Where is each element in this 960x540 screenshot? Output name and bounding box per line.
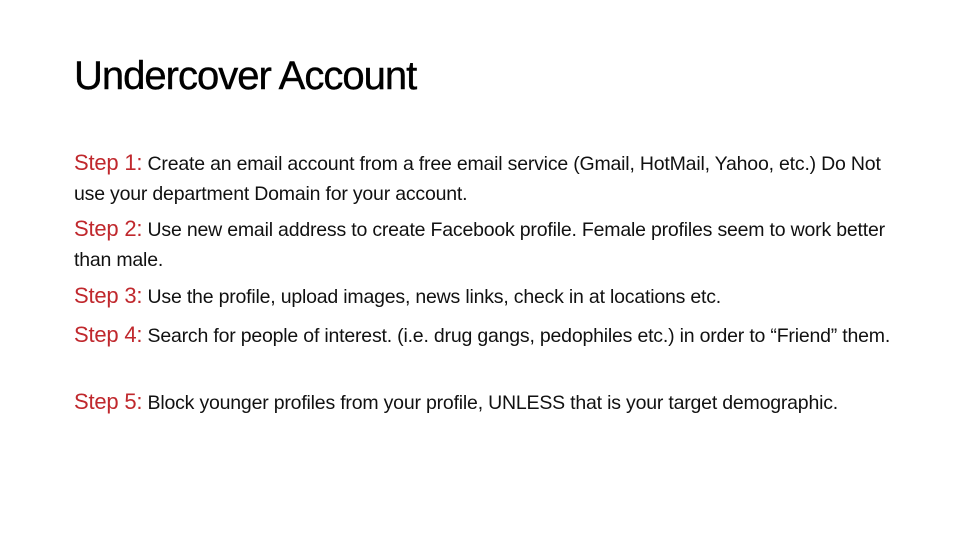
step-1-label: Step 1: (74, 150, 143, 175)
step-5-label: Step 5: (74, 389, 143, 414)
step-5: Step 5: Block younger profiles from your… (74, 387, 904, 418)
step-4-text: Search for people of interest. (i.e. dru… (142, 325, 891, 347)
slide: Undercover Account Step 1: Create an ema… (0, 0, 960, 540)
slide-title: Undercover Account (74, 54, 418, 98)
step-1: Step 1: Create an email account from a f… (74, 148, 904, 209)
step-2: Step 2: Use new email address to create … (74, 214, 904, 275)
step-1-text: Create an email account from a free emai… (74, 153, 881, 205)
step-5-text: Block younger profiles from your profile… (142, 392, 839, 414)
step-4-label: Step 4: (74, 322, 143, 347)
step-4: Step 4: Search for people of interest. (… (74, 320, 904, 351)
step-2-text: Use new email address to create Facebook… (74, 219, 885, 271)
step-2-label: Step 2: (74, 216, 143, 241)
step-3-label: Step 3: (74, 283, 143, 308)
step-3-text: Use the profile, upload images, news lin… (142, 286, 722, 308)
step-3: Step 3: Use the profile, upload images, … (74, 281, 904, 312)
